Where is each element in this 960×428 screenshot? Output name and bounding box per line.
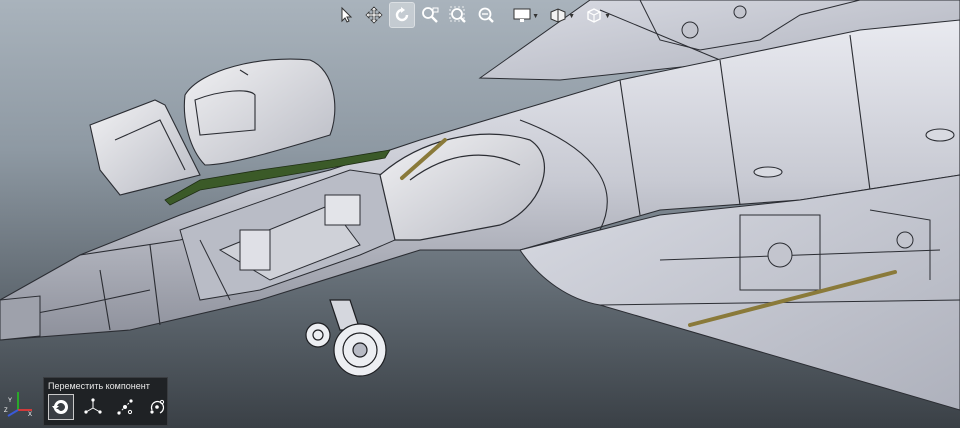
landing-gear bbox=[305, 299, 387, 377]
display-style-icon[interactable]: ▼ bbox=[510, 3, 539, 27]
triad-label-y: Y bbox=[8, 398, 12, 404]
select-arrow-icon[interactable] bbox=[334, 3, 358, 27]
triad-label-x: X bbox=[28, 412, 32, 418]
aircraft-model[interactable] bbox=[0, 0, 960, 428]
move-component-panel: Переместить компонент bbox=[43, 377, 168, 426]
canopy-parts bbox=[89, 58, 336, 196]
move-along-xyz-icon[interactable] bbox=[80, 394, 106, 420]
pan-icon[interactable] bbox=[362, 3, 386, 27]
move-along-entity-icon[interactable] bbox=[112, 394, 138, 420]
zoom-in-out-icon[interactable] bbox=[474, 3, 498, 27]
heads-up-view-toolbar: ▼ ▼ ▼ bbox=[334, 2, 611, 28]
triad-label-z: Z bbox=[4, 408, 8, 414]
graphics-viewport[interactable] bbox=[0, 0, 960, 428]
zoom-to-fit-icon[interactable] bbox=[446, 3, 470, 27]
rotate-about-entity-icon[interactable] bbox=[144, 394, 170, 420]
zoom-to-area-icon[interactable] bbox=[418, 3, 442, 27]
free-move-icon[interactable] bbox=[48, 394, 74, 420]
coordinate-triad: Y X Z bbox=[4, 388, 36, 418]
view-orientation-cube-icon[interactable]: ▼ bbox=[582, 3, 611, 27]
panel-title: Переместить компонент bbox=[48, 381, 150, 391]
nose-section bbox=[0, 295, 41, 341]
hide-show-icon[interactable]: ▼ bbox=[546, 3, 575, 27]
rotate-view-icon[interactable] bbox=[389, 2, 415, 28]
